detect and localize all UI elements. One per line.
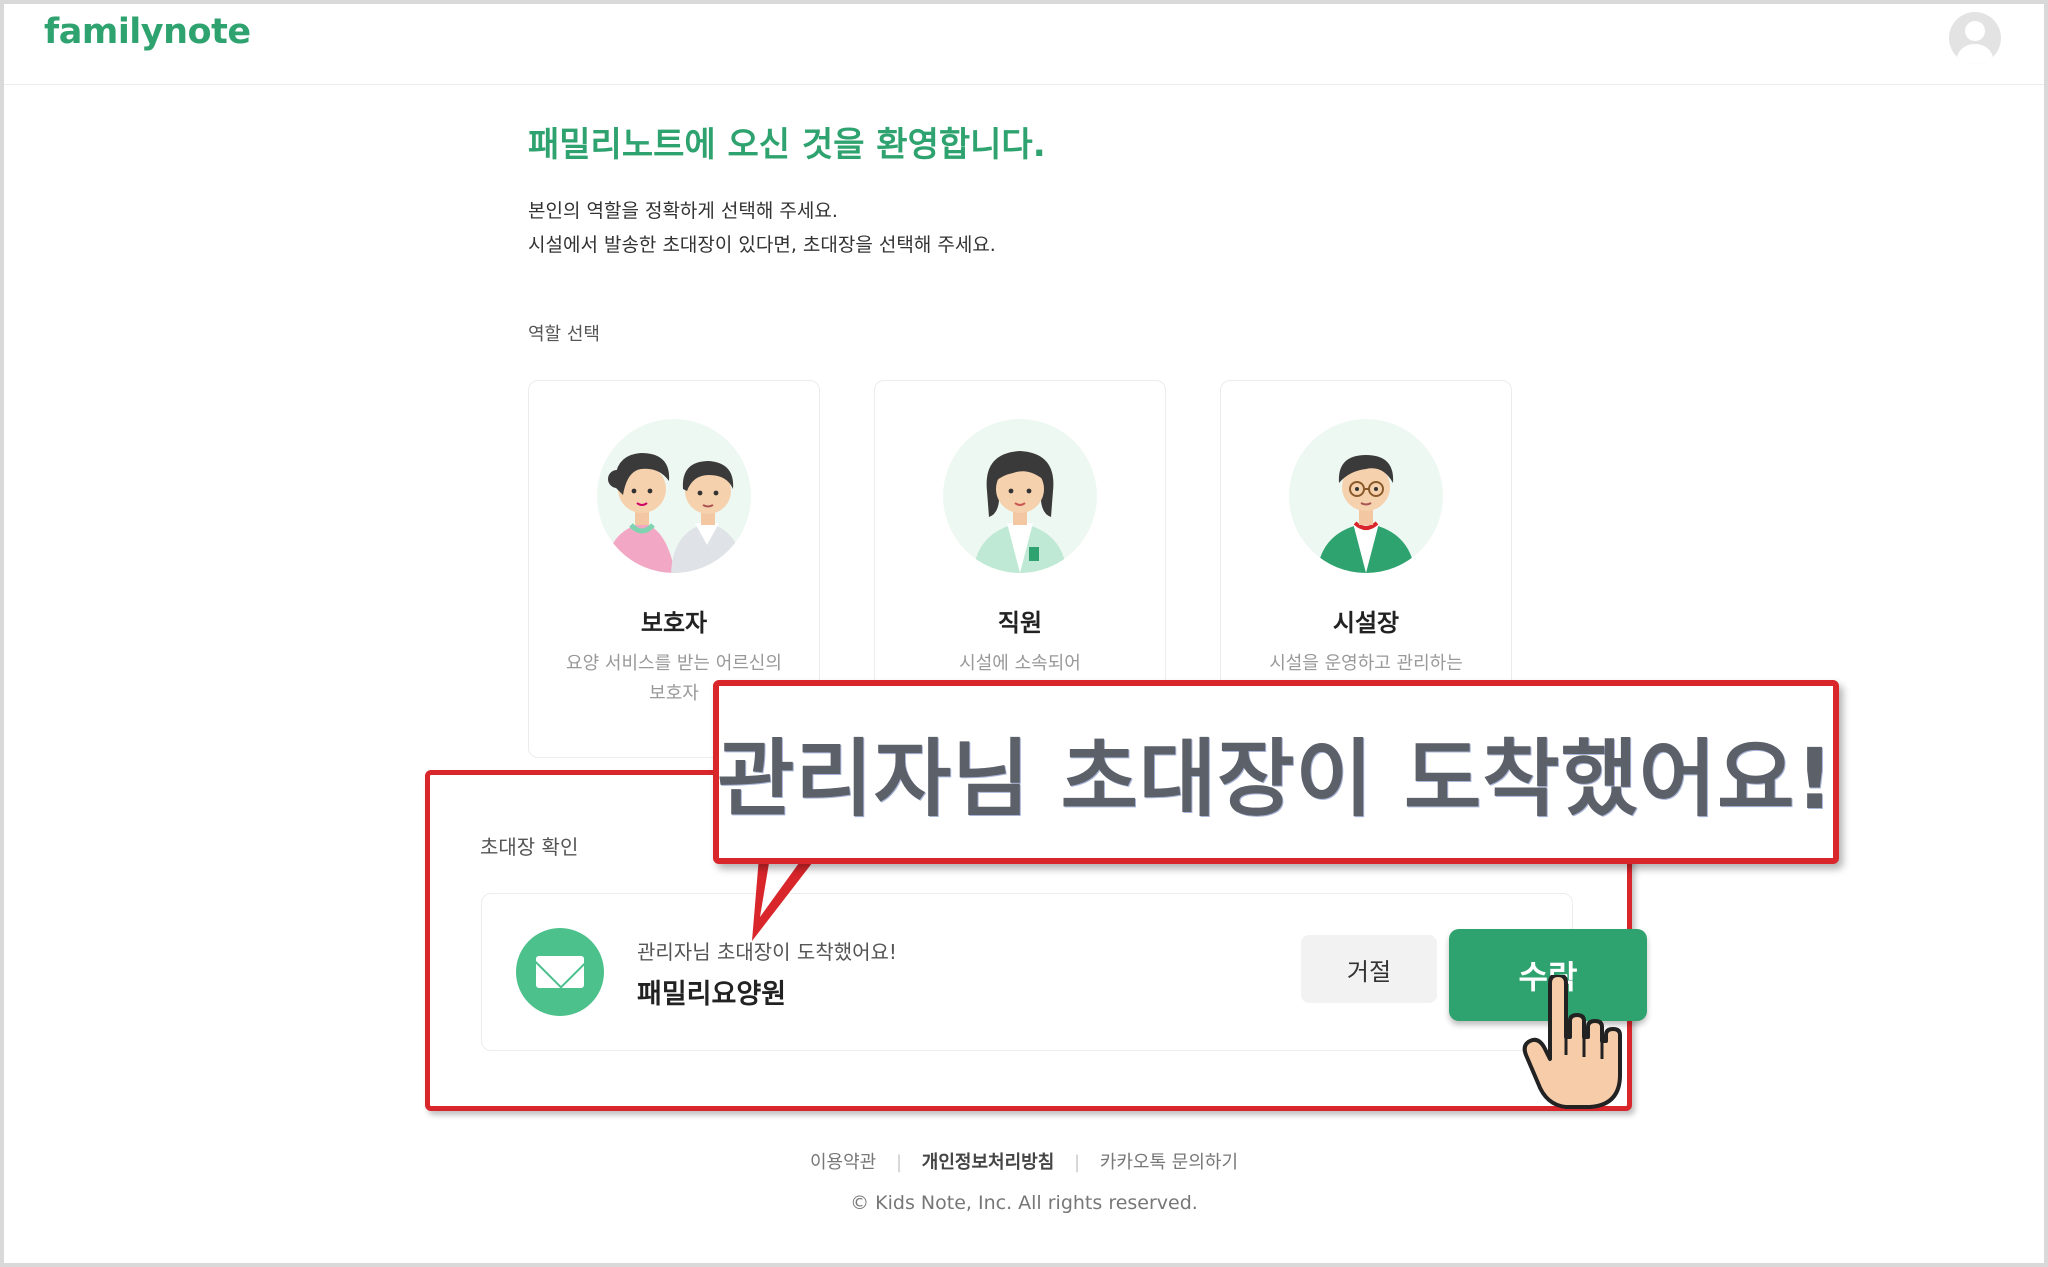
role-section-label: 역할 선택 [528, 324, 600, 345]
familynote-logo[interactable]: familynote [44, 12, 251, 52]
reject-button[interactable]: 거절 [1301, 935, 1437, 1003]
role-name-staff: 직원 [997, 609, 1043, 637]
role-desc-line: 요양 서비스를 받는 어르신의 [566, 653, 782, 674]
page-title: 패밀리노트에 오신 것을 환영합니다. [528, 125, 1046, 165]
role-desc-line: 시설에 소속되어 [959, 653, 1081, 674]
intro-line-2: 시설에서 발송한 초대장이 있다면, 초대장을 선택해 주세요. [528, 234, 996, 256]
role-desc-staff: 시설에 소속되어 [895, 649, 1145, 679]
footer-links: 이용약관 | 개인정보처리방침 | 카카오톡 문의하기 [0, 1148, 2048, 1174]
privacy-link[interactable]: 개인정보처리방침 [922, 1152, 1054, 1173]
terms-link[interactable]: 이용약관 [810, 1152, 876, 1173]
footer-separator: | [1074, 1152, 1081, 1173]
role-desc-director: 시설을 운영하고 관리하는 [1241, 649, 1491, 679]
user-avatar-icon[interactable] [1949, 12, 2001, 64]
callout-banner: 관리자님 초대장이 도착했어요! [713, 680, 1839, 864]
director-illustration [1289, 419, 1443, 573]
envelope-icon [516, 928, 604, 1016]
guardian-illustration [597, 419, 751, 573]
pointing-hand-icon [1522, 975, 1622, 1109]
copyright-text: © Kids Note, Inc. All rights reserved. [850, 1192, 1198, 1214]
intro-text: 본인의 역할을 정확하게 선택해 주세요. 시설에서 발송한 초대장이 있다면,… [528, 194, 996, 262]
staff-illustration [943, 419, 1097, 573]
invitation-section-label: 초대장 확인 [480, 835, 579, 859]
role-desc-line: 시설을 운영하고 관리하는 [1269, 653, 1463, 674]
facility-name: 패밀리요양원 [637, 979, 787, 1010]
intro-line-1: 본인의 역할을 정확하게 선택해 주세요. [528, 200, 838, 222]
footer-separator: | [895, 1152, 903, 1173]
invitation-card: 관리자님 초대장이 도착했어요! 패밀리요양원 거절 수락 [481, 893, 1647, 1051]
role-name-director: 시설장 [1332, 609, 1400, 637]
kakao-contact-link[interactable]: 카카오톡 문의하기 [1100, 1152, 1238, 1173]
callout-text: 관리자님 초대장이 도착했어요! [717, 729, 1835, 828]
top-header: familynote [4, 4, 2044, 85]
role-name-guardian: 보호자 [640, 609, 708, 637]
